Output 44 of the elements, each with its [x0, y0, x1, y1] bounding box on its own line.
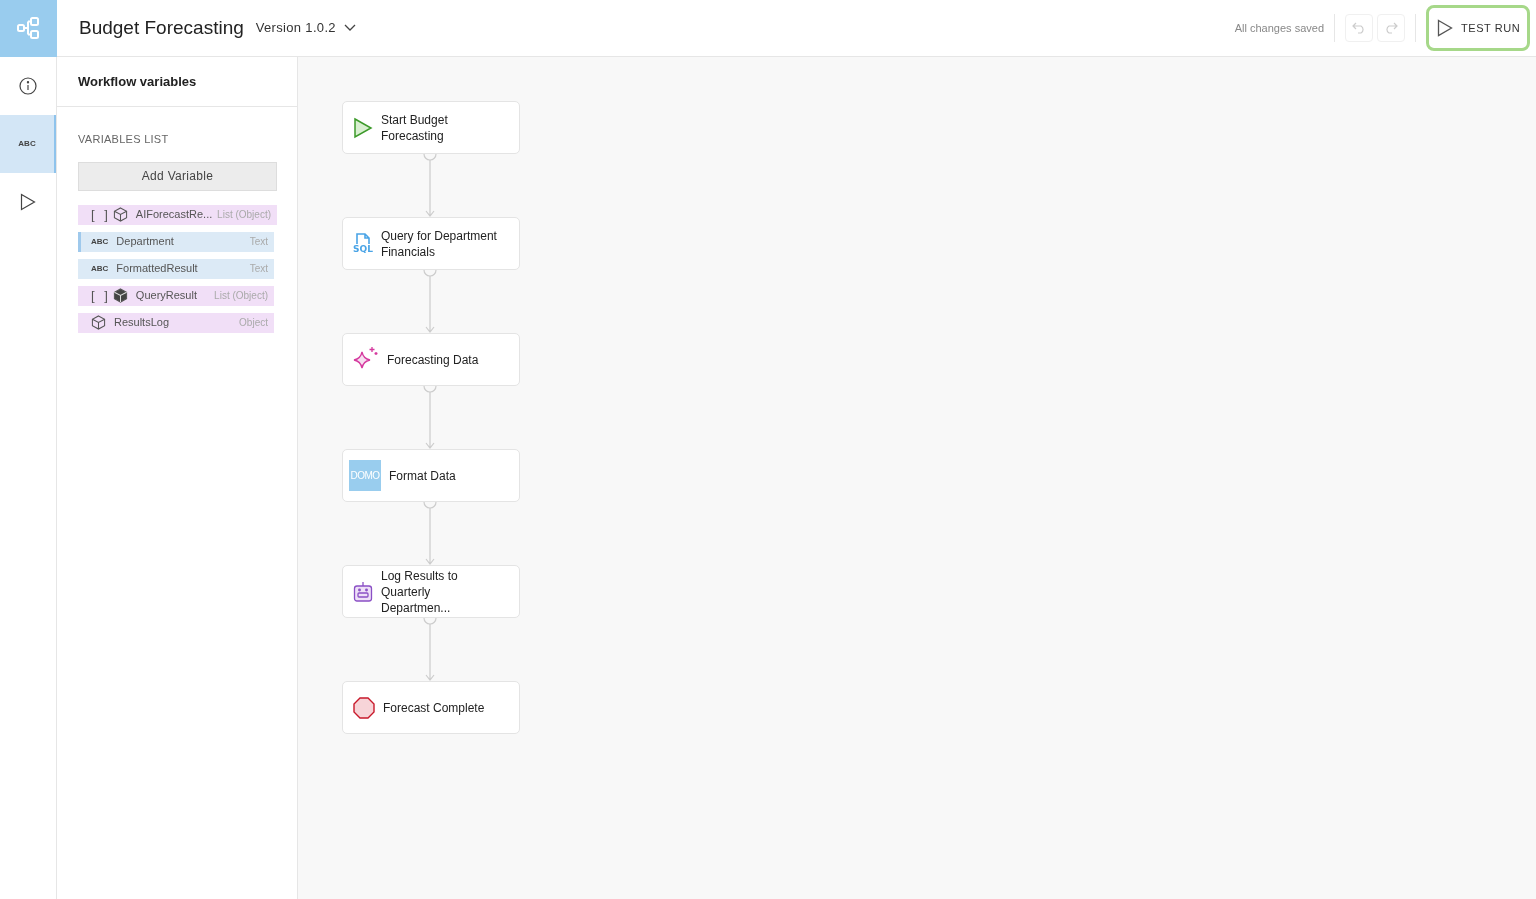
- variable-item[interactable]: ABC FormattedResult Text: [78, 258, 274, 279]
- workflow-node[interactable]: DOMO Format Data: [342, 449, 520, 502]
- stop-icon: [353, 696, 375, 719]
- section-heading: VARIABLES LIST: [78, 132, 170, 147]
- info-icon: [19, 77, 37, 95]
- workflow-node[interactable]: Forecasting Data: [342, 333, 520, 386]
- connector-arrow: [421, 502, 439, 565]
- workflow-node[interactable]: SQL Query for Department Financials: [342, 217, 520, 270]
- sidebar-tab[interactable]: ABC: [0, 115, 56, 173]
- variable-item[interactable]: [ ] AIForecastRe... List (Object): [78, 204, 277, 225]
- logo-icon: DOMO: [349, 460, 381, 491]
- robot-icon: [353, 580, 373, 603]
- play-icon: [20, 193, 36, 211]
- workflow-node[interactable]: Forecast Complete: [342, 681, 520, 734]
- variable-item[interactable]: ABC Department Text: [78, 231, 274, 252]
- redo-button[interactable]: [1377, 14, 1405, 42]
- connector-arrow: [421, 270, 439, 333]
- test-run-button[interactable]: TEST RUN: [1426, 5, 1530, 51]
- workflow-node[interactable]: Log Results to Quarterly Departmen...: [342, 565, 520, 618]
- version-dropdown[interactable]: Version 1.0.2: [255, 18, 356, 38]
- cube-icon: [112, 288, 128, 303]
- cube-icon: [112, 207, 128, 222]
- variable-item[interactable]: ResultsLog Object: [78, 312, 274, 333]
- undo-button[interactable]: [1345, 14, 1373, 42]
- redo-icon: [1384, 22, 1398, 34]
- workflow-node[interactable]: Start Budget Forecasting: [342, 101, 520, 154]
- connector-arrow: [421, 386, 439, 449]
- connector-arrow: [421, 618, 439, 681]
- panel-title: Workflow variables: [78, 72, 197, 91]
- save-status: All changes saved: [1234, 20, 1324, 36]
- chevron-down-icon: [343, 24, 356, 32]
- play-icon: [353, 116, 373, 139]
- undo-icon: [1352, 22, 1366, 34]
- list-brackets-icon: [ ]: [91, 285, 111, 306]
- text-type-icon: ABC: [91, 235, 109, 248]
- play-icon: [1437, 19, 1453, 37]
- add-variable-button[interactable]: Add Variable: [78, 161, 277, 191]
- connector-arrow: [421, 154, 439, 217]
- list-brackets-icon: [ ]: [91, 204, 111, 225]
- workflow-title: Budget Forecasting: [79, 15, 244, 40]
- variable-item[interactable]: [ ] QueryResult List (Object): [78, 285, 274, 306]
- cube-icon: [91, 315, 106, 330]
- app-logo-icon[interactable]: [0, 0, 57, 57]
- text-type-icon: ABC: [91, 262, 109, 275]
